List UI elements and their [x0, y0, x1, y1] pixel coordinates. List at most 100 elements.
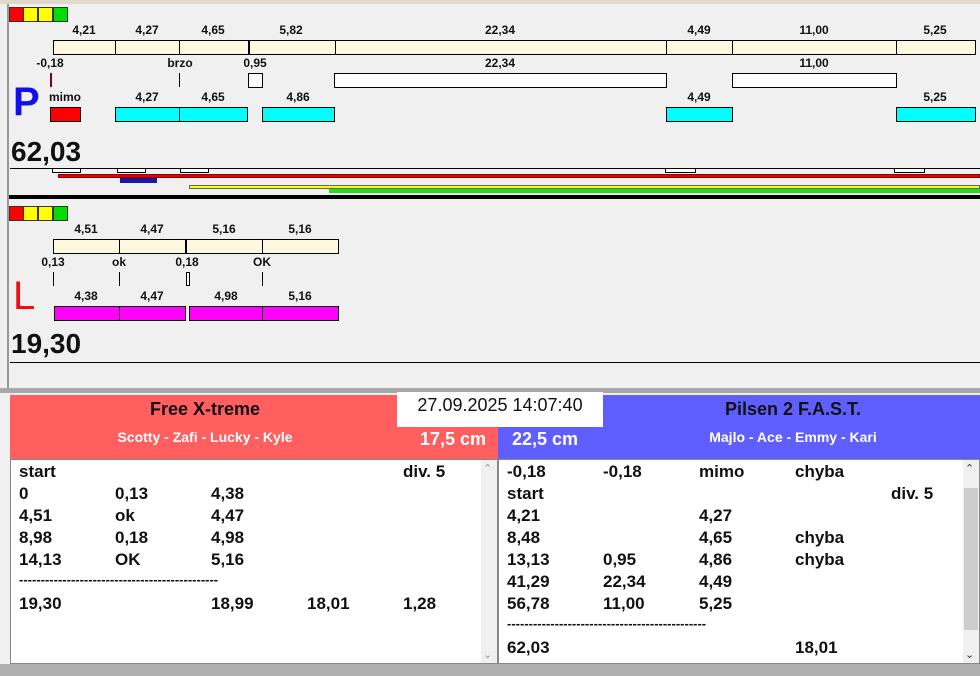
list-row: ----------------------------------------… [11, 572, 497, 594]
run-segment [262, 239, 339, 254]
dog-time-label: 4,49 [687, 90, 711, 104]
left-team-name: Free X-treme [149, 399, 261, 419]
list-cell: start [507, 484, 544, 503]
top-border [0, 0, 980, 4]
list-cell: 0,18 [115, 528, 149, 547]
list-cell: 62,03 [507, 638, 550, 657]
list-cell: chyba [795, 550, 845, 569]
list-cell: 4,51 [19, 506, 53, 525]
p-total-time: 62,03 [11, 136, 82, 167]
run-label: 5,16 [288, 222, 312, 236]
exchange-marker [262, 272, 263, 286]
list-cell: 4,47 [211, 506, 245, 525]
run-label: 4,27 [135, 23, 159, 37]
list-cell: -0,18 [603, 462, 642, 481]
timeline-green-track [329, 189, 980, 193]
list-cell: chyba [795, 462, 845, 481]
list-row: start div. 5 [499, 484, 979, 506]
list-row: 8,98 0,18 4,98 [11, 528, 497, 550]
bottom-border [0, 664, 980, 676]
right-team-results-list[interactable]: ⌃ ⌄ -0,18 -0,18 mimo chyba start div. 5 4,21 4,2… [498, 459, 980, 664]
run-label: 4,49 [687, 23, 711, 37]
dog-bar [179, 107, 248, 122]
right-team-dogs: Majlo - Ace - Emmy - Kari [709, 429, 877, 445]
run-segment [666, 40, 733, 55]
run-segment [335, 40, 667, 55]
dog-bar [50, 107, 81, 122]
list-cell: 13,13 [507, 550, 550, 569]
timeline-mark [180, 168, 209, 173]
dog-bar [666, 107, 733, 122]
run-segment [119, 239, 186, 254]
dog-time-label: 5,25 [923, 90, 947, 104]
exchange-label: 0,95 [243, 56, 267, 70]
list-cell: 18,01 [307, 594, 350, 613]
exchange-label: 22,34 [484, 56, 516, 70]
list-row: 56,78 11,00 5,25 [499, 594, 979, 616]
exchange-marker [248, 73, 263, 88]
list-cell: 56,78 [507, 594, 550, 613]
list-row: 41,29 22,34 4,49 [499, 572, 979, 594]
list-cell: 4,49 [699, 572, 733, 591]
status-red-icon [9, 206, 24, 221]
status-red-icon [9, 7, 24, 22]
scroll-down-icon[interactable]: ⌄ [483, 648, 492, 661]
run-segment [179, 40, 249, 55]
list-cell: 22,34 [603, 572, 646, 591]
exchange-label: 0,18 [175, 255, 199, 269]
list-cell: 4,27 [699, 506, 733, 525]
list-cell: 0 [19, 484, 29, 503]
dog-bar [262, 107, 335, 122]
list-cell: start [19, 462, 56, 481]
exchange-marker [732, 73, 897, 88]
run-segment [53, 40, 116, 55]
status-yellow-icon [23, 7, 38, 22]
list-cell: 11,00 [603, 594, 645, 613]
list-row: -0,18 -0,18 mimo chyba [499, 462, 979, 484]
list-cell: OK [115, 550, 141, 569]
timeline-red-track [58, 174, 980, 178]
left-team-results-list[interactable]: ⌃ ⌄ start div. 5 0 0,13 4,38 4,51 ok 4,47 8,98 0,1… [10, 459, 498, 664]
list-row: 62,03 18,01 [499, 638, 979, 660]
run-label: 4,47 [140, 222, 164, 236]
run-segment [248, 40, 336, 55]
list-row: 0 0,13 4,38 [11, 484, 497, 506]
list-row: 4,21 4,27 [499, 506, 979, 528]
exchange-label: 0,13 [41, 255, 65, 269]
list-cell: 18,99 [211, 594, 254, 613]
dog-bar [896, 107, 976, 122]
list-cell: div. 5 [891, 484, 934, 503]
exchange-label: ok [111, 255, 127, 269]
timeline-mark [52, 168, 81, 173]
dog-time-label: 5,16 [288, 289, 312, 303]
list-cell: 4,65 [699, 528, 733, 547]
timeline-mark [117, 168, 146, 173]
timeline-axis [10, 362, 980, 363]
list-cell: 14,13 [19, 550, 62, 569]
list-cell: div. 5 [403, 462, 446, 481]
dog-time-label: 4,38 [74, 289, 98, 303]
status-green-icon [53, 206, 68, 221]
dog-time-label: 4,98 [214, 289, 238, 303]
list-row: 19,30 18,99 18,01 1,28 [11, 594, 497, 616]
datetime-display: 27.09.2025 14:07:40 [397, 392, 603, 427]
list-row: 14,13 OK 5,16 [11, 550, 497, 572]
run-segment [185, 239, 263, 254]
exchange-label: OK [253, 255, 271, 269]
list-cell: 41,29 [507, 572, 550, 591]
list-cell: 5,16 [211, 550, 245, 569]
dog-time-label: mimo [48, 90, 82, 104]
dog-bar [262, 306, 339, 321]
dog-bar [189, 306, 263, 321]
list-cell: chyba [795, 528, 845, 547]
left-team-height: 17,5 cm [419, 429, 486, 449]
dog-bar [119, 306, 186, 321]
list-cell: 18,01 [795, 638, 838, 657]
list-cell: -0,18 [507, 462, 546, 481]
run-label: 5,25 [923, 23, 947, 37]
dog-time-label: 4,86 [286, 90, 310, 104]
exchange-marker [50, 73, 52, 87]
status-yellow-icon [23, 206, 38, 221]
list-cell: 8,98 [19, 528, 53, 547]
exchange-marker [119, 272, 120, 286]
